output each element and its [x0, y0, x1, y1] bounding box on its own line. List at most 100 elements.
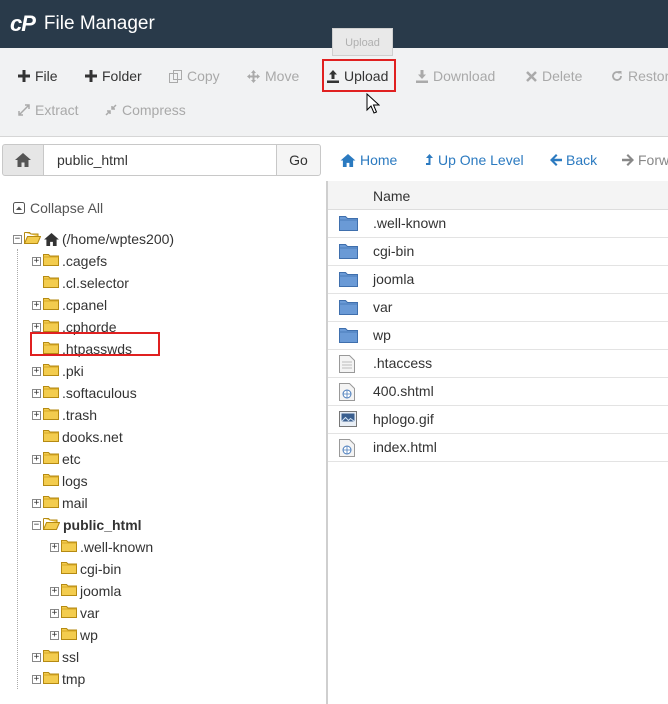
tree-item-label: joomla: [80, 583, 122, 599]
expand-toggle-icon[interactable]: +: [32, 652, 41, 662]
file-name: wp: [373, 327, 391, 343]
file-row[interactable]: .htaccess: [328, 350, 668, 378]
tree-item-label: wp: [80, 627, 98, 643]
tree-item[interactable]: − public_html: [32, 515, 142, 535]
tree-item[interactable]: + .pki: [32, 361, 84, 381]
home-directory-button[interactable]: [2, 144, 44, 176]
file-name: 400.shtml: [373, 383, 434, 399]
tree-item-label: var: [80, 605, 100, 621]
file-list-header: Name: [328, 181, 668, 210]
restore-button[interactable]: Restore: [611, 65, 668, 87]
tree-item-label: tmp: [62, 671, 86, 687]
tree-item[interactable]: + .cagefs: [32, 251, 107, 271]
file-row[interactable]: .well-known: [328, 210, 668, 238]
file-row[interactable]: joomla: [328, 266, 668, 294]
folder-icon: [61, 539, 77, 555]
home-icon: [44, 232, 59, 246]
file-name: var: [373, 299, 393, 315]
tree-item[interactable]: logs: [32, 471, 88, 491]
file-row[interactable]: index.html: [328, 434, 668, 462]
tree-item-label: etc: [62, 451, 81, 467]
new-folder-button[interactable]: Folder: [85, 65, 142, 87]
tree-item[interactable]: + .trash: [32, 405, 97, 425]
collapse-toggle-icon[interactable]: −: [13, 234, 22, 244]
folder-open-icon: [43, 517, 61, 533]
expand-toggle-icon[interactable]: +: [50, 542, 59, 552]
nav-forward-link[interactable]: Forward: [622, 152, 668, 168]
download-button[interactable]: Download: [416, 65, 495, 87]
file-row[interactable]: cgi-bin: [328, 238, 668, 266]
mouse-cursor-icon: [366, 93, 380, 114]
delete-button[interactable]: Delete: [526, 65, 582, 87]
tree-item[interactable]: + ssl: [32, 647, 79, 667]
download-label: Download: [433, 68, 496, 84]
tree-item[interactable]: + wp: [50, 625, 98, 645]
compress-label: Compress: [122, 102, 186, 118]
tree-item[interactable]: + .softaculous: [32, 383, 137, 403]
tree-item[interactable]: + mail: [32, 493, 88, 513]
expand-toggle-icon[interactable]: +: [32, 388, 41, 398]
download-icon: [416, 69, 428, 83]
plus-icon: [85, 70, 97, 82]
expand-toggle-icon[interactable]: +: [50, 586, 59, 596]
collapse-all-label: Collapse All: [30, 200, 104, 216]
path-input[interactable]: [43, 144, 277, 176]
file-row[interactable]: var: [328, 294, 668, 322]
arrow-left-icon: [550, 154, 562, 166]
tree-item-label: ssl: [62, 649, 80, 665]
name-column-header[interactable]: Name: [373, 188, 410, 204]
public-html-highlight-box: [30, 332, 160, 356]
tree-item[interactable]: + .well-known: [50, 537, 153, 557]
expand-toggle-icon[interactable]: +: [32, 300, 41, 310]
nav-back-link[interactable]: Back: [550, 152, 597, 168]
extract-button[interactable]: Extract: [18, 99, 79, 121]
tree-item-label: logs: [62, 473, 88, 489]
cpanel-logo[interactable]: cP: [10, 11, 36, 37]
file-name: hplogo.gif: [373, 411, 434, 427]
tree-item[interactable]: + .cpanel: [32, 295, 107, 315]
tree-item-label: .cpanel: [62, 297, 108, 313]
collapse-toggle-icon[interactable]: −: [32, 520, 41, 530]
file-icon-wrap: [339, 411, 357, 430]
tree-item[interactable]: + joomla: [50, 581, 121, 601]
compress-button[interactable]: Compress: [105, 99, 186, 121]
expand-toggle-icon[interactable]: +: [32, 256, 41, 266]
copy-icon: [169, 69, 182, 83]
expand-toggle-icon[interactable]: +: [32, 322, 41, 332]
tree-item[interactable]: + tmp: [32, 669, 85, 689]
file-row[interactable]: 400.shtml: [328, 378, 668, 406]
file-name: joomla: [373, 271, 415, 287]
tree-item[interactable]: + etc: [32, 449, 81, 469]
restore-icon: [612, 71, 622, 81]
nav-up-one-level-label: Up One Level: [438, 152, 524, 168]
tree-item-label: dooks.net: [62, 429, 123, 445]
new-file-button[interactable]: File: [18, 65, 58, 87]
expand-toggle-icon[interactable]: +: [50, 630, 59, 640]
folder-icon: [339, 328, 358, 343]
tree-item[interactable]: + var: [50, 603, 99, 623]
file-row[interactable]: hplogo.gif: [328, 406, 668, 434]
expand-toggle-icon[interactable]: +: [32, 674, 41, 684]
upload-highlight-box: [322, 59, 396, 92]
tree-root-item[interactable]: − (/home/wptes200): [13, 229, 174, 249]
web-file-icon: [339, 383, 355, 401]
collapse-all-button[interactable]: Collapse All: [13, 200, 103, 216]
folder-icon: [61, 627, 77, 643]
expand-toggle-icon[interactable]: +: [32, 454, 41, 464]
nav-home-link[interactable]: Home: [340, 152, 397, 168]
go-button[interactable]: Go: [276, 144, 321, 176]
tree-item[interactable]: dooks.net: [32, 427, 123, 447]
expand-toggle-icon[interactable]: +: [50, 608, 59, 618]
expand-toggle-icon[interactable]: +: [32, 366, 41, 376]
tree-item[interactable]: cgi-bin: [50, 559, 121, 579]
copy-button[interactable]: Copy: [169, 65, 220, 87]
tree-item[interactable]: .cl.selector: [32, 273, 129, 293]
nav-up-one-level-link[interactable]: Up One Level: [425, 152, 524, 168]
move-button[interactable]: Move: [247, 65, 299, 87]
file-row[interactable]: wp: [328, 322, 668, 350]
expand-toggle-icon[interactable]: +: [32, 410, 41, 420]
folder-icon: [43, 451, 59, 467]
nav-home-label: Home: [360, 152, 398, 168]
folder-icon: [43, 407, 59, 423]
expand-toggle-icon[interactable]: +: [32, 498, 41, 508]
